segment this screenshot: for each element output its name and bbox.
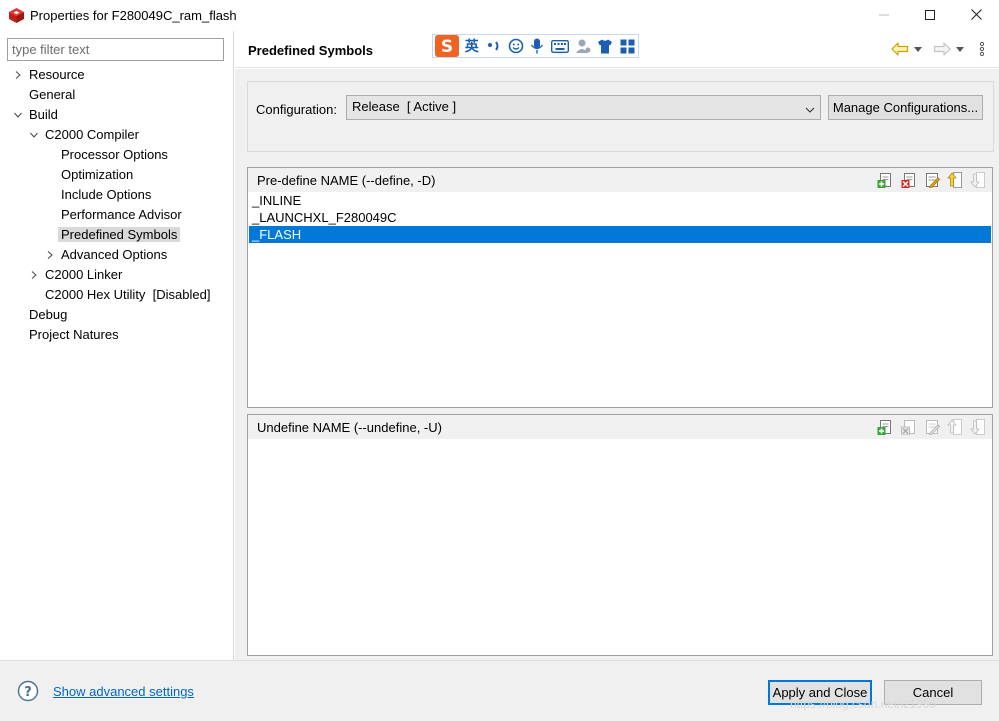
tree-item-label: Processor Options [61,147,168,162]
tree-item-label: Optimization [61,167,134,182]
undefine-toolbar [876,418,990,436]
tree-item-label: General [29,87,76,102]
add-icon[interactable] [876,418,894,436]
configuration-label: Configuration: [256,102,337,117]
skin-shirt-icon[interactable] [594,35,616,57]
predefine-toolbar [876,171,990,189]
tree-item-performance-advisor[interactable]: Performance Advisor [58,205,185,225]
move-down-icon[interactable] [969,171,987,189]
configuration-select[interactable]: Release [ Active ] [346,95,821,120]
dialog-footer: ? Show advanced settings Apply and Close… [0,660,999,721]
tree-item-include-options[interactable]: Include Options [58,185,154,205]
tree-item-label: Include Options [61,187,152,202]
undefine-title: Undefine NAME (--undefine, -U) [257,420,442,435]
ime-mode-toggle[interactable]: 英 [461,35,483,57]
chevron-right-icon[interactable] [44,245,56,265]
window-title: Properties for F280049C_ram_flash [30,8,237,23]
tree-item-project-natures[interactable]: Project Natures [26,325,122,345]
emoji-icon[interactable] [505,35,527,57]
keyboard-icon[interactable] [548,35,572,57]
view-menu-icon[interactable] [975,39,989,59]
page-title: Predefined Symbols [248,43,373,58]
punctuation-icon[interactable] [483,35,505,57]
move-up-icon[interactable] [946,418,964,436]
predefine-title: Pre-define NAME (--define, -D) [257,173,436,188]
grid-icon[interactable] [616,35,638,57]
tree-item-label: Advanced Options [61,247,168,262]
svg-text:S: S [441,37,453,57]
undefine-panel: Undefine NAME (--undefine, -U) [247,414,993,656]
tree-item-debug[interactable]: Debug [26,305,70,325]
minimize-icon [879,8,889,23]
minimize-button[interactable] [861,0,907,31]
move-down-icon[interactable] [969,418,987,436]
tree-item-label: Debug [29,307,68,322]
title-bar: Properties for F280049C_ram_flash [0,0,999,31]
forward-arrow-icon[interactable] [932,39,952,59]
edit-icon[interactable] [923,171,941,189]
list-item[interactable]: _INLINE [249,192,991,209]
forward-menu-icon[interactable] [955,39,965,59]
tree-item-label: Project Natures [29,327,119,342]
chevron-right-icon[interactable] [28,265,40,285]
tree-item-label: Resource [29,67,85,82]
tree-item-processor-options[interactable]: Processor Options [58,145,171,165]
manage-configurations-button[interactable]: Manage Configurations... [828,95,983,120]
predefine-panel: Pre-define NAME (--define, -D) _INLINE _… [247,167,993,408]
add-icon[interactable] [876,171,894,189]
chevron-down-icon[interactable] [12,105,24,125]
chevron-right-icon[interactable] [12,65,24,85]
watermark: https://blog.csdn.net/lz1996 [790,697,937,711]
tree-item-label: C2000 Compiler [45,127,139,142]
tree-item-label: Build [29,107,58,122]
configuration-value: Release [ Active ] [352,99,457,114]
help-icon[interactable]: ? [17,680,39,702]
ime-toolbar: S 英 [432,34,639,58]
predefine-header: Pre-define NAME (--define, -D) [248,168,992,192]
maximize-button[interactable] [907,0,953,31]
tree-item-label: Predefined Symbols [58,227,181,242]
microphone-icon[interactable] [527,35,549,57]
tree-item-general[interactable]: General [26,85,78,105]
chevron-down-icon[interactable] [28,125,40,145]
page-header: Predefined Symbols S 英 [235,31,999,68]
tree-item-label: Performance Advisor [61,207,182,222]
back-arrow-icon[interactable] [890,39,910,59]
sogou-s-icon[interactable]: S [433,35,461,57]
tree-item-c2000-hex-utility[interactable]: C2000 Hex Utility [Disabled] [42,285,213,305]
navigation-pane: Resource General Build C2000 Compiler Pr… [0,31,234,660]
tree-item-optimization[interactable]: Optimization [58,165,136,185]
delete-icon[interactable] [900,418,918,436]
svg-text:?: ? [24,685,32,700]
edit-icon[interactable] [923,418,941,436]
show-advanced-settings-link[interactable]: Show advanced settings [53,684,194,699]
filter-input[interactable] [7,38,224,61]
close-button[interactable] [953,0,999,31]
list-item[interactable]: _FLASH [249,226,991,243]
tree-item-predefined-symbols[interactable]: Predefined Symbols [58,225,181,245]
configuration-group: Configuration: Release [ Active ] Manage… [247,81,994,152]
chevron-down-icon [805,103,815,113]
user-icon[interactable] [572,35,594,57]
back-menu-icon[interactable] [913,39,923,59]
tree-item-label: C2000 Hex Utility [Disabled] [45,287,211,302]
delete-icon[interactable] [900,171,918,189]
tree-item-label: C2000 Linker [45,267,123,282]
undefine-header: Undefine NAME (--undefine, -U) [248,415,992,439]
ccs-cube-icon [8,7,25,24]
list-item[interactable]: _LAUNCHXL_F280049C [249,209,991,226]
close-icon [970,8,982,23]
maximize-icon [925,8,935,23]
property-page: Predefined Symbols S 英 Configuration: Re… [235,31,999,660]
page-navigation [887,39,995,59]
move-up-icon[interactable] [946,171,964,189]
